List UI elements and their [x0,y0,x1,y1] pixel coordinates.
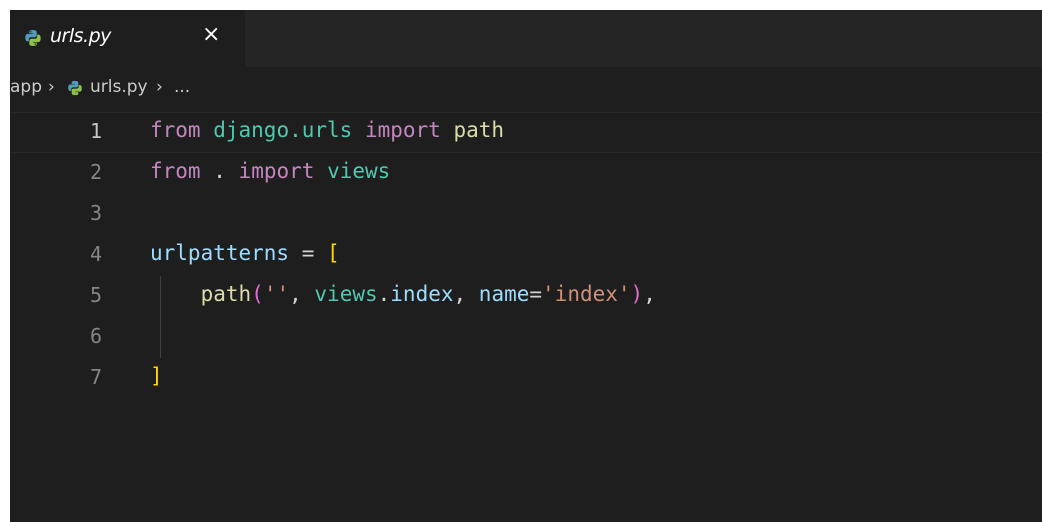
editor-window: urls.py × app › urls.py › ... 1 from dja… [0,0,1042,522]
line-code: path('', views.index, name='index'), [200,282,656,306]
line-number: 5 [89,283,102,307]
code-line[interactable]: 2 from . import views [10,153,1042,194]
breadcrumb-file[interactable]: urls.py [90,77,148,97]
breadcrumb-folder[interactable]: app [10,77,42,97]
breadcrumb-separator: › [48,77,55,97]
code-line[interactable]: 3 [10,194,1042,235]
line-code: ] [150,364,163,388]
code-line[interactable]: 4 urlpatterns = [ [10,235,1042,276]
breadcrumb: app › urls.py › ... [10,67,1042,109]
tab-bar: urls.py × [10,10,1042,67]
line-number: 3 [89,201,102,225]
code-editor[interactable]: 1 from django.urls import path 2 from . … [10,112,1042,522]
tab-urls-py[interactable]: urls.py × [10,10,245,67]
line-code: from django.urls import path [150,118,505,142]
line-code: from . import views [150,159,391,183]
code-line[interactable]: 5 path('', views.index, name='index'), [10,276,1042,317]
line-number: 2 [89,160,102,184]
line-code: urlpatterns = [ [150,241,340,265]
tab-title: urls.py [50,25,111,47]
code-line[interactable]: 6 [10,317,1042,358]
breadcrumb-symbol[interactable]: ... [174,77,190,97]
line-number: 1 [89,119,102,143]
breadcrumb-separator: › [156,77,163,97]
line-number: 6 [89,324,102,348]
line-number: 4 [89,242,102,266]
python-icon [25,30,41,46]
code-line[interactable]: 7 ] [10,358,1042,399]
window-border-top [0,0,1042,10]
window-border-left [0,0,10,522]
python-icon [68,80,82,96]
code-line[interactable]: 1 from django.urls import path [10,112,1042,153]
tab-close-button[interactable]: × [202,22,220,47]
line-number: 7 [89,365,102,389]
